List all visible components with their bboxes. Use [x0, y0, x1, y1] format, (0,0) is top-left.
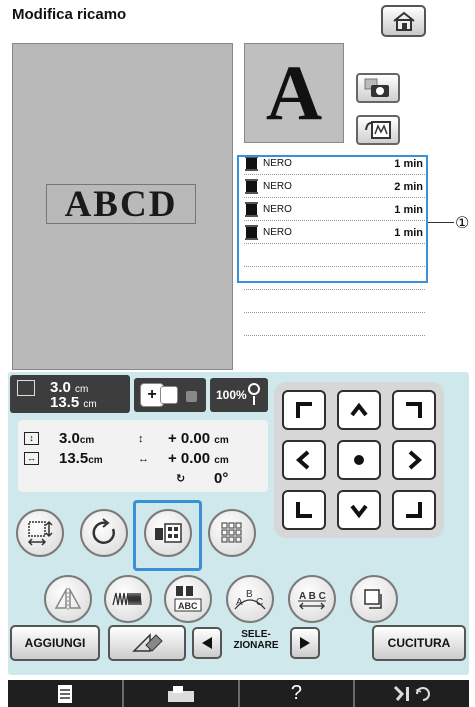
move-right-button[interactable]	[392, 440, 436, 480]
horizontal-move-icon: ↔	[138, 453, 149, 465]
curve-text-button[interactable]: ABC	[226, 575, 274, 623]
move-left-button[interactable]	[282, 440, 326, 480]
move-up-button[interactable]	[337, 390, 381, 430]
settings-button[interactable]	[355, 680, 469, 707]
arrow-left-icon	[295, 450, 310, 470]
callout-line	[428, 222, 454, 223]
eraser-icon	[132, 633, 163, 652]
embroidery-unit-icon	[167, 685, 194, 702]
camera-button[interactable]	[356, 73, 400, 103]
document-button[interactable]	[8, 680, 124, 707]
size-width: 13.5 cm	[50, 394, 97, 411]
size-icon	[17, 380, 35, 396]
select-previous-button[interactable]	[192, 627, 222, 659]
zoom-label: 100%	[216, 388, 247, 402]
height-value: 3.0cm	[59, 430, 95, 447]
move-down-right-button[interactable]	[392, 490, 436, 530]
move-down-button[interactable]	[337, 490, 381, 530]
width-value: 13.5cm	[59, 450, 103, 467]
svg-text:B: B	[246, 589, 253, 600]
arrow-right-icon	[408, 450, 423, 470]
scan-button[interactable]	[356, 115, 400, 145]
vertical-move-icon: ↕	[138, 433, 144, 445]
pattern-info: ↕ 3.0cm ↕ + 0.00 cm ↔ 13.5cm ↔ + 0.00 cm…	[18, 420, 268, 492]
resize-icon	[27, 520, 53, 546]
scan-icon	[365, 121, 391, 139]
sew-button[interactable]: CUCITURA	[372, 625, 466, 661]
select-next-button[interactable]	[290, 627, 320, 659]
density-button[interactable]	[104, 575, 152, 623]
border-icon	[364, 589, 382, 609]
frame-tiny-icon	[186, 391, 197, 402]
corner-up-left-icon	[296, 402, 312, 418]
home-icon	[392, 11, 415, 31]
document-icon	[57, 684, 72, 703]
frame-small-icon	[160, 386, 178, 404]
preview-letter: A	[265, 49, 323, 136]
magnifier-icon	[248, 383, 260, 405]
rotate-icon	[92, 518, 115, 544]
page-title: Modifica ricamo	[12, 6, 127, 23]
callout-number: ①	[455, 215, 470, 232]
select-label: SELE- ZIONARE	[233, 629, 279, 651]
border-button[interactable]	[350, 575, 398, 623]
add-button[interactable]: AGGIUNGI	[10, 625, 100, 661]
empty-row	[244, 290, 425, 313]
thread-color-button[interactable]	[144, 509, 192, 557]
arrow-up-icon	[350, 402, 368, 417]
home-button[interactable]	[381, 5, 426, 37]
camera-icon	[364, 78, 389, 97]
settings-icon	[394, 685, 431, 701]
height-icon: ↕	[24, 432, 39, 445]
move-up-right-button[interactable]	[392, 390, 436, 430]
letter-spacing-button[interactable]: A B C	[288, 575, 336, 623]
center-dot-icon	[354, 455, 364, 465]
size-button[interactable]	[16, 509, 64, 557]
curved-text-icon: ABC	[234, 589, 266, 610]
svg-text:A B C: A B C	[299, 591, 326, 602]
corner-down-left-icon	[296, 502, 312, 518]
zoom-button[interactable]: 100%	[210, 378, 268, 412]
multi-color-button[interactable]: ABC	[164, 575, 212, 623]
empty-row	[244, 313, 425, 336]
move-up-left-button[interactable]	[282, 390, 326, 430]
move-down-left-button[interactable]	[282, 490, 326, 530]
width-icon: ↔	[24, 452, 39, 465]
embroidery-pattern-text[interactable]: ABCD	[46, 184, 196, 225]
size-display: 3.0 cm 13.5 cm	[10, 375, 130, 413]
multi-color-text-icon: ABC	[174, 586, 202, 612]
mirror-icon	[54, 587, 82, 610]
pattern-preview: A	[244, 43, 344, 143]
center-button[interactable]	[337, 440, 381, 480]
triangle-right-icon	[300, 637, 310, 649]
angle-value: 0°	[214, 470, 229, 487]
triangle-left-icon	[202, 637, 212, 649]
embroidery-unit-button[interactable]	[124, 680, 240, 707]
thread-palette-icon	[155, 523, 182, 543]
horizontal-offset: + 0.00 cm	[168, 450, 229, 467]
callout-highlight	[237, 155, 428, 283]
empty-row	[244, 336, 425, 359]
mirror-button[interactable]	[44, 575, 92, 623]
corner-down-right-icon	[406, 502, 422, 518]
arrow-down-icon	[350, 504, 368, 519]
delete-button[interactable]	[108, 625, 186, 661]
frame-display-button[interactable]: +	[134, 378, 206, 412]
rotate-button[interactable]	[80, 509, 128, 557]
letter-spacing-icon: A B C	[298, 591, 326, 610]
help-button[interactable]: ?	[240, 680, 356, 707]
bottom-toolbar: ?	[8, 680, 469, 707]
vertical-offset: + 0.00 cm	[168, 430, 229, 447]
stitch-density-icon	[112, 592, 142, 606]
array-button[interactable]	[208, 509, 256, 557]
rotate-angle-icon: ↻	[176, 473, 186, 485]
grid-icon	[221, 522, 242, 543]
move-direction-pad	[274, 382, 444, 538]
embroidery-design-area[interactable]: ABCD	[12, 43, 233, 370]
svg-text:ABC: ABC	[178, 601, 198, 611]
corner-up-right-icon	[406, 402, 422, 418]
